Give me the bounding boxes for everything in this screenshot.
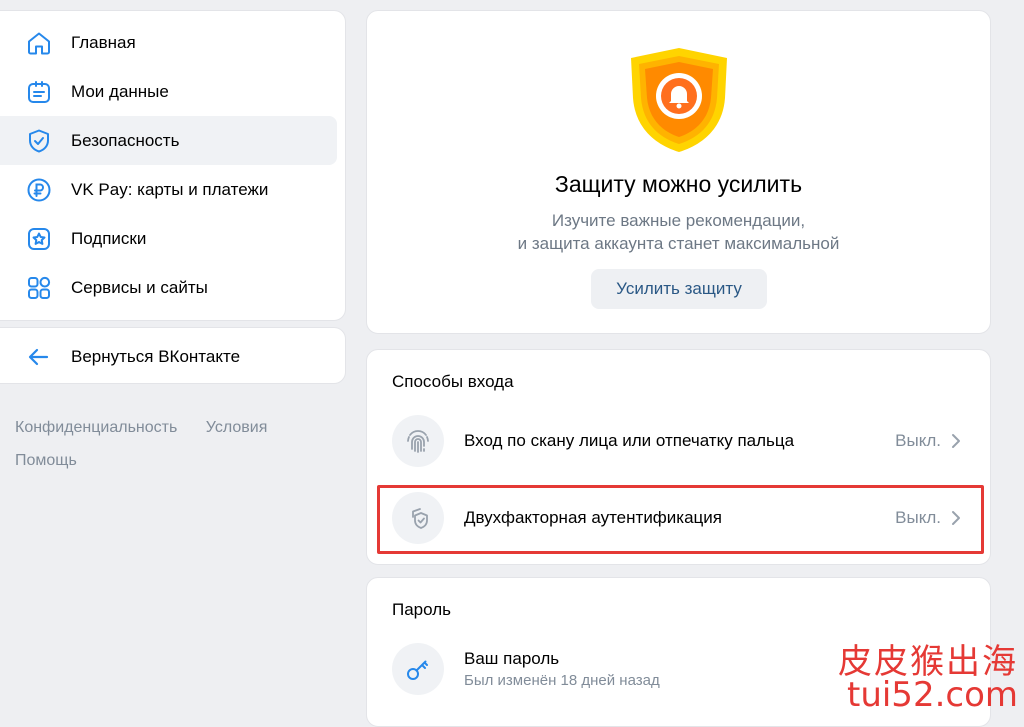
chevron-right-icon <box>951 433 965 449</box>
sidebar-item-security[interactable]: Безопасность <box>0 116 337 165</box>
apps-grid-icon <box>25 274 53 302</box>
sidebar-item-label: Главная <box>71 32 136 52</box>
sidebar-item-my-data[interactable]: Мои данные <box>0 67 337 116</box>
two-factor-auth-row[interactable]: Двухфакторная аутентификация Выкл. <box>392 489 965 547</box>
back-card: Вернуться ВКонтакте <box>0 327 346 384</box>
sidebar-nav: Главная Мои данные Безопасность VK Pay: … <box>0 10 346 321</box>
two-factor-auth-label: Двухфакторная аутентификация <box>464 508 722 527</box>
security-hero-card: Защиту можно усилить Изучите важные реко… <box>366 10 991 334</box>
footer-links: Конфиденциальность Условия Помощь <box>15 411 345 477</box>
shield-copy-icon <box>392 492 444 544</box>
back-to-vk-link[interactable]: Вернуться ВКонтакте <box>0 328 337 385</box>
shield-check-icon <box>25 127 53 155</box>
shield-bell-icon <box>627 46 731 154</box>
hero-title: Защиту можно усилить <box>554 171 803 197</box>
sidebar-item-vk-pay[interactable]: VK Pay: карты и платежи <box>0 165 337 214</box>
hero-subtitle-line1: Изучите важные рекомендации, <box>551 211 806 230</box>
watermark-url: tui52.com <box>846 675 1018 715</box>
two-factor-auth-status: Выкл. <box>895 508 941 527</box>
login-methods-title: Способы входа <box>392 372 514 391</box>
fingerprint-icon <box>392 415 444 467</box>
sidebar-item-services[interactable]: Сервисы и сайты <box>0 263 337 312</box>
password-title: Пароль <box>392 600 451 619</box>
sidebar-item-label: Мои данные <box>71 81 169 101</box>
biometric-login-label: Вход по скану лица или отпечатку пальца <box>464 431 795 450</box>
help-link[interactable]: Помощь <box>15 452 77 469</box>
sidebar-item-subscriptions[interactable]: Подписки <box>0 214 337 263</box>
strengthen-protection-button[interactable]: Усилить защиту <box>591 269 767 309</box>
biometric-login-text: Вход по скану лица или отпечатку пальца <box>464 431 895 451</box>
star-badge-icon <box>25 225 53 253</box>
sidebar-item-label: Подписки <box>71 228 147 248</box>
login-methods-card: Способы входа Вход по скану лица или отп… <box>366 349 991 565</box>
sidebar-item-home[interactable]: Главная <box>0 18 337 67</box>
terms-link[interactable]: Условия <box>206 419 268 436</box>
chevron-right-icon <box>951 510 965 526</box>
ruble-icon <box>25 176 53 204</box>
home-icon <box>25 29 53 57</box>
hero-subtitle-line2: и защита аккаунта станет максимальной <box>517 234 840 253</box>
two-factor-auth-text: Двухфакторная аутентификация <box>464 508 895 528</box>
profile-card-icon <box>25 78 53 106</box>
sidebar-item-label: Безопасность <box>71 130 180 150</box>
biometric-login-status: Выкл. <box>895 431 941 450</box>
arrow-left-icon <box>25 343 53 371</box>
biometric-login-row[interactable]: Вход по скану лица или отпечатку пальца … <box>392 412 965 470</box>
key-icon <box>392 643 444 695</box>
back-label: Вернуться ВКонтакте <box>71 346 241 366</box>
sidebar-item-label: VK Pay: карты и платежи <box>71 179 269 199</box>
privacy-link[interactable]: Конфиденциальность <box>15 419 177 436</box>
hero-subtitle: Изучите важные рекомендации, и защита ак… <box>367 209 990 255</box>
sidebar-item-label: Сервисы и сайты <box>71 277 208 297</box>
